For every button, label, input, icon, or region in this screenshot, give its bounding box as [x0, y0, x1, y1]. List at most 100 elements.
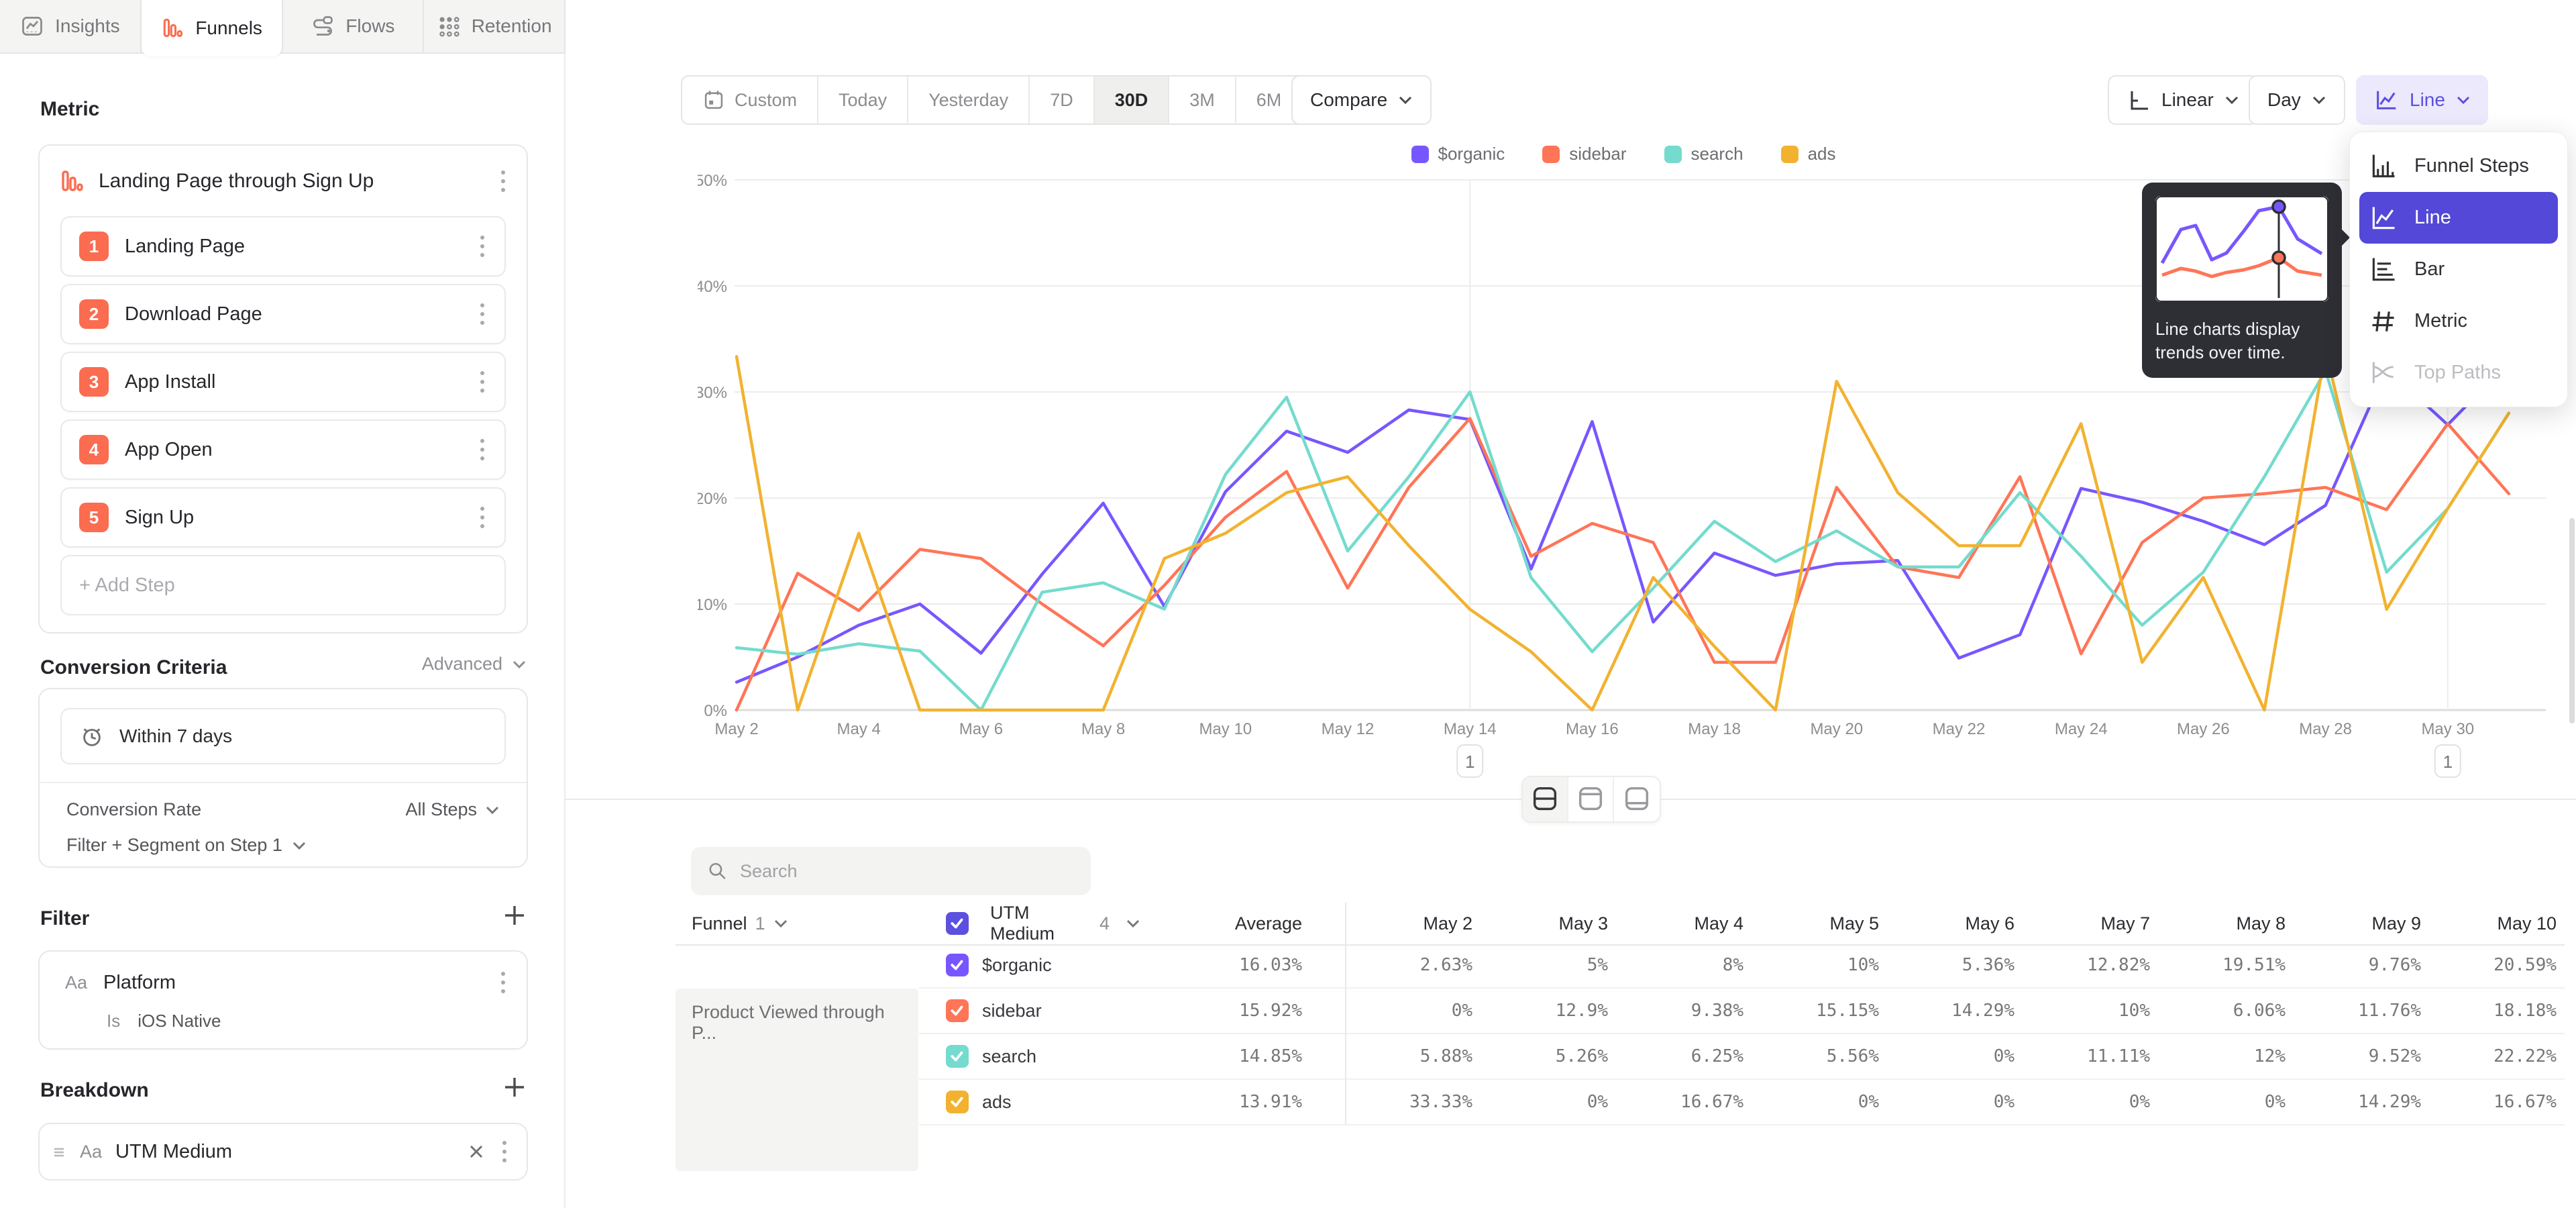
drag-handle-icon[interactable]: [52, 1144, 66, 1159]
segment-checkbox[interactable]: [946, 999, 969, 1022]
funnel-step-5[interactable]: 5Sign Up: [60, 487, 506, 548]
metric-kebab-menu[interactable]: [498, 166, 508, 196]
segment-checkbox[interactable]: [946, 1045, 969, 1068]
query-builder-sidebar: Metric Landing Page through Sign Up 1Lan…: [0, 54, 566, 1208]
svg-text:May 6: May 6: [959, 720, 1003, 738]
breakdown-property[interactable]: UTM Medium: [115, 1141, 453, 1163]
range-custom[interactable]: Custom: [682, 77, 818, 123]
value-cell: 8%: [1616, 943, 1752, 989]
tab-insights[interactable]: Insights: [0, 0, 142, 52]
step-kebab-menu[interactable]: [478, 299, 487, 329]
layout-bottom-bar-button[interactable]: [1614, 777, 1660, 821]
step-kebab-menu[interactable]: [478, 367, 487, 397]
compare-button[interactable]: Compare: [1291, 75, 1432, 125]
search-input[interactable]: [740, 861, 1075, 882]
filter-value[interactable]: iOS Native: [138, 1011, 221, 1031]
segment-cell: $organic: [919, 943, 1140, 989]
menu-item-metric[interactable]: Metric: [2350, 295, 2567, 347]
layout-top-bar-button[interactable]: [1568, 777, 1614, 821]
value-cell: 33.33%: [1345, 1080, 1481, 1125]
funnel-step-1[interactable]: 1Landing Page: [60, 216, 506, 276]
step-kebab-menu[interactable]: [478, 435, 487, 464]
tab-funnels[interactable]: Funnels: [142, 0, 283, 56]
chevron-down-icon: [2312, 95, 2326, 105]
funnel-step-2[interactable]: 2Download Page: [60, 284, 506, 344]
date-column-header[interactable]: May 5: [1752, 903, 1887, 946]
series-line-search[interactable]: [737, 370, 2509, 710]
filter-heading: Filter: [40, 907, 89, 930]
step-kebab-menu[interactable]: [478, 503, 487, 532]
range-3m[interactable]: 3M: [1169, 77, 1236, 123]
table-row-sidebar[interactable]: sidebar15.92%0%12.9%9.38%15.15%14.29%10%…: [676, 989, 2565, 1034]
search-icon: [707, 860, 728, 883]
average-column-header[interactable]: Average: [1140, 903, 1345, 946]
filter-operator[interactable]: Is: [107, 1011, 120, 1031]
series-line-ads[interactable]: [737, 350, 2509, 710]
conversion-rate-steps-dropdown[interactable]: All Steps: [405, 799, 500, 820]
date-column-header[interactable]: May 6: [1887, 903, 2023, 946]
funnel-name-cell[interactable]: Product Viewed through P...: [676, 989, 918, 1171]
tooltip-text: Line charts display trends over time.: [2155, 317, 2328, 364]
layout-split-rows-button[interactable]: [1523, 777, 1568, 821]
conversion-window-control[interactable]: Within 7 days: [60, 708, 506, 764]
segment-checkbox[interactable]: [946, 1091, 969, 1113]
table-row-organic[interactable]: $organic16.03%2.63%5%8%10%5.36%12.82%19.…: [676, 943, 2565, 989]
value-cell: 0%: [1887, 1034, 2023, 1080]
value-cell: 15.15%: [1752, 989, 1887, 1034]
value-cell: 20.59%: [2429, 943, 2565, 989]
range-7d[interactable]: 7D: [1030, 77, 1095, 123]
funnel-column-header[interactable]: Funnel1: [676, 903, 919, 946]
value-cell: 14.29%: [2294, 1080, 2429, 1125]
date-column-header[interactable]: May 8: [2158, 903, 2294, 946]
date-column-header[interactable]: May 7: [2023, 903, 2158, 946]
filter-segment-dropdown[interactable]: Filter + Segment on Step 1: [66, 835, 500, 856]
tab-flows[interactable]: Flows: [283, 0, 425, 52]
date-column-header[interactable]: May 3: [1481, 903, 1616, 946]
date-range-segmented-control: CustomTodayYesterday7D30D3M6M12M: [681, 75, 1380, 125]
linear-scale-icon: [2127, 88, 2151, 112]
vertical-scrollbar[interactable]: [2569, 518, 2575, 723]
interval-dropdown[interactable]: Day: [2249, 75, 2345, 125]
value-cell: 22.22%: [2429, 1034, 2565, 1080]
menu-item-funnel-steps[interactable]: Funnel Steps: [2350, 140, 2567, 192]
breakdown-heading: Breakdown: [40, 1079, 149, 1102]
tab-retention[interactable]: Retention: [424, 0, 566, 52]
svg-text:May 4: May 4: [837, 720, 881, 738]
breakdown-kebab-menu[interactable]: [500, 1137, 509, 1166]
select-all-checkbox[interactable]: [946, 912, 969, 935]
step-kebab-menu[interactable]: [478, 232, 487, 261]
value-cell: 2.63%: [1345, 943, 1481, 989]
funnel-step-4[interactable]: 4App Open: [60, 419, 506, 480]
range-yesterday[interactable]: Yesterday: [908, 77, 1030, 123]
date-column-header[interactable]: May 2: [1345, 903, 1481, 946]
remove-breakdown-icon[interactable]: [466, 1142, 486, 1162]
funnel-step-3[interactable]: 3App Install: [60, 352, 506, 412]
scale-dropdown[interactable]: Linear: [2108, 75, 2258, 125]
svg-text:40%: 40%: [698, 278, 727, 296]
range-today[interactable]: Today: [818, 77, 908, 123]
filter-kebab-menu[interactable]: [498, 968, 508, 997]
value-cell: 12.82%: [2023, 943, 2158, 989]
menu-item-bar[interactable]: Bar: [2350, 244, 2567, 295]
add-step-button[interactable]: + Add Step: [60, 555, 506, 615]
series-line-organic[interactable]: [737, 362, 2509, 683]
segment-checkbox[interactable]: [946, 954, 969, 976]
filter-property[interactable]: Platform: [103, 972, 482, 994]
table-row-ads[interactable]: ads13.91%33.33%0%16.67%0%0%0%0%14.29%16.…: [676, 1080, 2565, 1125]
range-30d[interactable]: 30D: [1095, 77, 1170, 123]
date-column-header[interactable]: May 9: [2294, 903, 2429, 946]
breakdown-column-header[interactable]: UTM Medium4: [919, 903, 1140, 946]
advanced-toggle[interactable]: Advanced: [422, 654, 527, 674]
table-row-search[interactable]: search14.85%5.88%5.26%6.25%5.56%0%11.11%…: [676, 1034, 2565, 1080]
value-cell: 5.88%: [1345, 1034, 1481, 1080]
date-column-header[interactable]: May 4: [1616, 903, 1752, 946]
menu-item-line[interactable]: Line: [2359, 192, 2558, 244]
chart-type-dropdown[interactable]: Line: [2356, 75, 2488, 125]
value-cell: 14.29%: [1887, 989, 2023, 1034]
add-breakdown-button[interactable]: [501, 1074, 528, 1101]
date-column-header[interactable]: May 10: [2429, 903, 2565, 946]
value-cell: 0%: [2023, 1080, 2158, 1125]
svg-text:May 8: May 8: [1081, 720, 1125, 738]
add-filter-button[interactable]: [501, 902, 528, 929]
average-value: 16.03%: [1140, 943, 1345, 989]
